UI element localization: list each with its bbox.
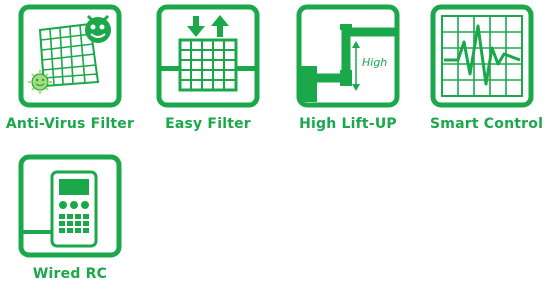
feature-high-lift-up: High High Lift-UP bbox=[283, 4, 413, 132]
easy-filter-icon bbox=[156, 4, 260, 108]
anti-virus-filter-icon bbox=[18, 4, 122, 108]
feature-anti-virus-filter: Anti-Virus Filter bbox=[5, 4, 135, 132]
smart-control-icon bbox=[430, 4, 534, 108]
feature-label: High Lift-UP bbox=[299, 116, 397, 132]
wired-rc-icon bbox=[18, 154, 122, 258]
feature-easy-filter: Easy Filter bbox=[143, 4, 273, 132]
feature-label: Smart Control bbox=[430, 116, 544, 132]
high-lift-up-icon: High bbox=[296, 4, 400, 108]
feature-label: Easy Filter bbox=[165, 116, 251, 132]
feature-wired-rc: Wired RC bbox=[5, 154, 135, 282]
feature-label: Anti-Virus Filter bbox=[5, 116, 135, 132]
feature-smart-control: Smart Control bbox=[430, 4, 550, 132]
feature-label: Wired RC bbox=[32, 266, 108, 282]
high-label: High bbox=[362, 56, 387, 69]
